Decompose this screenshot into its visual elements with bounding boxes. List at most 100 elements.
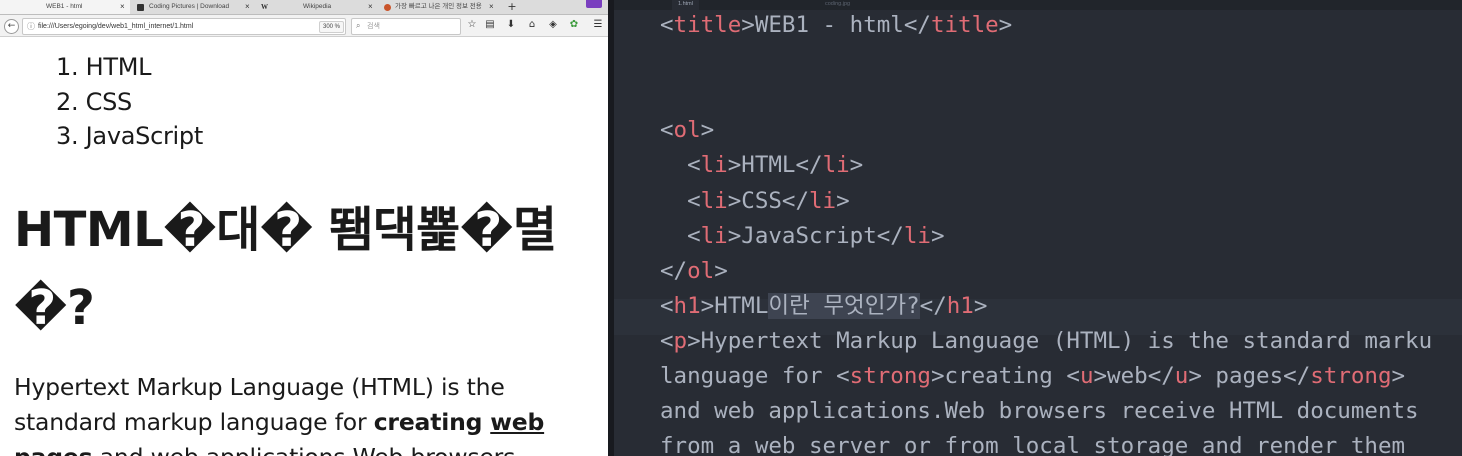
code-punctuation: > [727,187,742,214]
code-line[interactable]: <p>Hypertext Markup Language (HTML) is t… [660,324,1432,359]
library-icon[interactable]: ▤ [484,19,496,31]
tab-title: Wikipedia [303,3,332,10]
tab-title: Coding Pictures | Download [149,3,230,10]
code-text: web [1107,363,1148,389]
list-item-text: JavaScript [85,122,204,150]
menu-icon[interactable]: ☰ [592,19,604,31]
extension-puzzle-icon[interactable]: ✿ [568,19,580,31]
code-text: creating [944,363,1067,389]
code-line[interactable]: <li>JavaScript</li> [660,219,944,254]
code-punctuation: < [1066,363,1080,389]
url-bar[interactable]: ⓘ file:///Users/egoing/dev/web1_html_int… [22,18,361,35]
browser-tab-wikipedia[interactable]: W Wikipedia × [256,0,378,14]
search-input[interactable]: 검색 [367,19,380,34]
code-punctuation: </ [876,222,904,249]
tab-close-icon[interactable]: × [120,0,125,14]
browser-tab-web1[interactable]: WEB1 - html × [0,0,130,14]
code-punctuation: < [687,222,701,249]
code-punctuation: > [930,363,945,389]
list-item-text: CSS [85,87,133,116]
code-tag-name: h1 [946,292,974,319]
url-text[interactable]: file:///Users/egoing/dev/web1_html_inter… [38,19,193,34]
zoom-level[interactable]: 300 % [319,21,345,33]
code-area[interactable]: <title>WEB1 - html</title> <ol> <li>HTML<… [614,10,1462,456]
home-icon[interactable]: ⌂ [526,19,538,31]
strong-text: creating [373,408,491,436]
code-line[interactable]: <ol> [660,113,714,148]
code-tag-name: u [1079,363,1094,389]
code-text: WEB1 - html [754,12,904,38]
code-line[interactable]: from a web server or from local storage … [660,429,1405,456]
code-punctuation: < [660,117,674,144]
code-punctuation: > [1391,363,1406,389]
code-tag-name: li [700,152,728,179]
code-punctuation: > [930,222,945,249]
browser-tab-coding-pictures[interactable]: Coding Pictures | Download × [131,0,255,14]
bookmark-star-icon[interactable]: ☆ [466,19,478,31]
code-punctuation: > [849,152,864,179]
camera-icon [137,4,144,11]
tab-title: WEB1 - html [46,3,83,10]
code-punctuation: </ [1283,363,1311,389]
page-paragraph: Hypertext Markup Language (HTML) is the … [14,370,574,456]
code-punctuation: > [687,327,701,354]
code-selection: 이란 무엇인가? [768,292,920,319]
duckduckgo-icon [384,4,391,11]
tab-close-icon[interactable]: × [245,0,250,14]
browser-tab-search[interactable]: 가장 빠르고 나은 개인 정보 전용 × [379,0,501,14]
browser-window: WEB1 - html × Coding Pictures | Download… [0,0,608,456]
code-text: pages [1201,363,1284,389]
browser-toolbar: ← ⓘ file:///Users/egoing/dev/web1_html_i… [0,15,608,37]
code-punctuation: > [700,292,715,319]
code-line[interactable]: <li>CSS</li> [660,184,850,219]
tab-close-icon[interactable]: × [368,0,373,14]
code-punctuation: < [687,152,701,179]
search-icon: ⌕ [356,21,361,30]
code-punctuation: < [660,327,674,354]
code-punctuation: > [973,292,988,319]
code-text: Hypertext Markup Language (HTML) is the … [700,327,1433,354]
code-punctuation: </ [795,152,823,179]
code-line[interactable]: <title>WEB1 - html</title> [660,8,1012,43]
code-tag-name: li [700,222,728,249]
search-bar[interactable]: ⌕ 검색 [351,18,461,35]
browser-tab-bar: WEB1 - html × Coding Pictures | Download… [0,0,608,15]
ordered-list: 1. HTML 2. CSS 3. JavaScript [56,50,203,154]
wikipedia-icon: W [261,3,268,11]
code-line[interactable]: <h1>HTML이란 무엇인가?</h1> [660,289,987,324]
code-text: HTML [741,152,796,179]
list-number: 1. [56,53,86,81]
tab-close-icon[interactable]: × [489,0,494,14]
code-text: CSS [741,187,782,214]
extension-icon[interactable] [586,0,602,8]
code-tag-name: ol [687,257,715,284]
code-line[interactable]: language for <strong>creating <u>web</u>… [660,359,1405,394]
code-tag-name: h1 [673,292,701,319]
code-tag-name: title [673,12,742,38]
list-number: 2. [56,87,86,116]
code-line[interactable]: <li>HTML</li> [660,148,863,183]
code-line[interactable]: </ol> [660,254,728,289]
code-tag-name: li [700,187,728,214]
code-line[interactable]: and web applications.Web browsers receiv… [660,394,1419,429]
info-icon[interactable]: ⓘ [27,21,35,32]
download-icon[interactable]: ⬇ [505,19,517,31]
code-punctuation: < [660,292,674,319]
code-tag-name: li [822,152,850,179]
back-arrow-icon[interactable]: ← [4,19,19,34]
code-punctuation: > [836,187,850,214]
code-text: from a web server or from local storage … [660,433,1406,456]
code-text: HTML [714,292,769,319]
code-punctuation: > [1188,363,1202,389]
pocket-icon[interactable]: ◈ [547,19,559,31]
new-tab-button[interactable]: + [506,0,518,14]
code-punctuation: > [700,117,715,144]
underlined-text: web [490,408,545,436]
code-text: JavaScript [741,222,877,249]
code-punctuation: </ [781,187,810,214]
code-punctuation: </ [660,257,688,284]
list-item: 1. HTML [56,50,203,85]
tab-title: 가장 빠르고 나은 개인 정보 전용 [395,3,482,10]
